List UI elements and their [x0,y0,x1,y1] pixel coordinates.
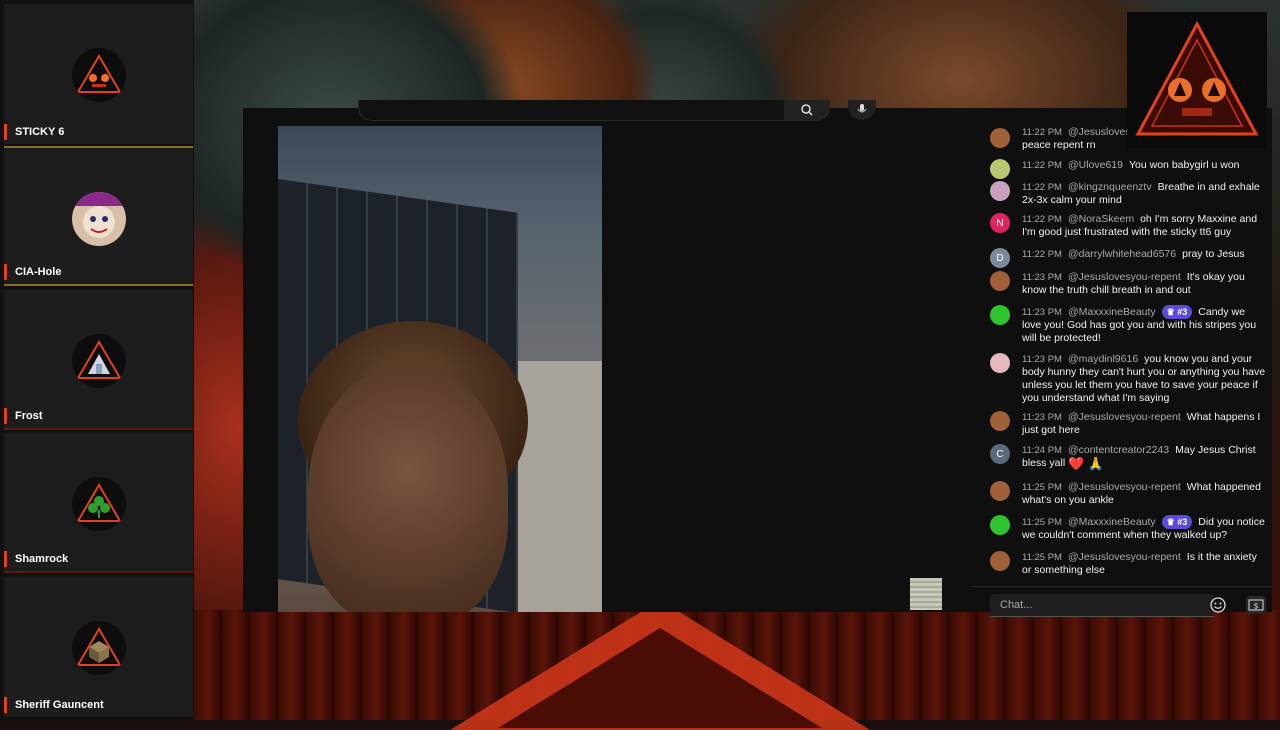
triangle-mask-logo-icon [1135,20,1259,136]
user-avatar [990,159,1010,179]
user-avatar [990,305,1010,325]
participant-name: STICKY 6 [4,124,64,140]
message-time: 11:24 PM [1022,445,1062,456]
message-time: 11:22 PM [1022,249,1062,260]
participant-tile-sheriff-gauncent[interactable]: Sheriff Gauncent [4,577,193,717]
search-icon [801,104,813,116]
message-time: 11:25 PM [1022,482,1062,493]
search-button[interactable] [784,100,830,120]
message-time: 11:22 PM [1022,160,1062,171]
participant-tile-sticky-6[interactable]: STICKY 6 [4,4,193,144]
member-badge: ♛ #3 [1161,305,1193,319]
message-text: peace repent rn [1022,139,1096,151]
document-thumbnail[interactable] [910,578,942,610]
user-avatar [990,128,1010,148]
cube-triangle-icon [72,621,126,675]
message-author[interactable]: @Ulove619 [1068,159,1123,171]
chat-divider [972,586,1272,587]
message-author[interactable]: @darrylwhitehead6576 [1068,248,1176,260]
member-badge: ♛ #3 [1161,515,1193,529]
participant-tile-frost[interactable]: Frost [4,290,193,430]
message-time: 11:23 PM [1022,307,1062,318]
message-time: 11:23 PM [1022,272,1062,283]
user-avatar [990,411,1010,431]
user-avatar [990,515,1010,535]
participant-name: CIA-Hole [4,264,61,280]
message-time: 11:23 PM [1022,412,1062,423]
user-avatar [990,551,1010,571]
emoji-button[interactable] [1208,596,1228,614]
message-author[interactable]: @Jesuslovesyou-repent [1068,271,1181,283]
channel-logo [1127,12,1267,148]
heart-pray-emoji: ❤️ 🙏 [1068,456,1105,471]
smiley-icon [1210,597,1226,613]
user-avatar: C [990,444,1010,464]
background-triangle-inner [498,628,822,728]
message-author[interactable]: @MaxxxineBeauty [1068,306,1156,318]
frost-triangle-icon [72,334,126,388]
clown-face-icon [72,192,126,246]
message-time: 11:25 PM [1022,517,1062,528]
badge-label: #3 [1177,517,1188,527]
message-time: 11:22 PM [1022,182,1062,193]
badge-label: #3 [1177,307,1188,317]
video-person-face [308,366,508,612]
sticky-triangle-icon [72,48,126,102]
message-author[interactable]: @MaxxxineBeauty [1068,516,1156,528]
participant-tile-cia-hole[interactable]: CIA-Hole [4,146,193,286]
participant-sidebar: STICKY 6 CIA-Hole Frost Shamrock Sheriff… [0,0,194,720]
svg-text:$: $ [1253,602,1258,611]
live-video-feed[interactable] [278,126,602,612]
message-author[interactable]: @kingznqueenztv [1068,181,1152,193]
message-time: 11:22 PM [1022,214,1062,225]
super-chat-button[interactable]: $ [1246,596,1266,614]
shamrock-triangle-icon [72,477,126,531]
participant-name: Shamrock [4,551,68,567]
message-author[interactable]: @Jesuslovesyou-repent [1068,481,1181,493]
dollar-icon: $ [1248,599,1264,611]
live-chat[interactable]: 11:22 PM @Jesuslovesyou-repent peace repe… [972,126,1272,586]
message-author[interactable]: @maydinl9616 [1068,353,1138,365]
user-avatar [990,181,1010,201]
user-avatar [990,353,1010,373]
message-text: You won babygirl u won [1129,159,1240,171]
video-building-side [518,361,602,612]
message-author[interactable]: @NoraSkeem [1068,213,1134,225]
message-time: 11:23 PM [1022,354,1062,365]
message-author[interactable]: @Jesuslovesyou-repent [1068,551,1181,563]
message-author[interactable]: @contentcreator2243 [1068,444,1169,456]
participant-name: Sheriff Gauncent [4,697,104,713]
user-avatar [990,271,1010,291]
participant-tile-shamrock[interactable]: Shamrock [4,433,193,573]
user-avatar: D [990,248,1010,268]
user-avatar [990,481,1010,501]
message-text: pray to Jesus [1182,248,1245,260]
search-input[interactable] [358,100,830,121]
message-time: 11:22 PM [1022,127,1062,138]
participant-name: Frost [4,408,43,424]
message-author[interactable]: @Jesuslovesyou-repent [1068,411,1181,423]
chat-input[interactable]: Chat... [990,594,1214,617]
message-time: 11:25 PM [1022,552,1062,563]
mic-icon [857,104,867,113]
user-avatar: N [990,213,1010,233]
